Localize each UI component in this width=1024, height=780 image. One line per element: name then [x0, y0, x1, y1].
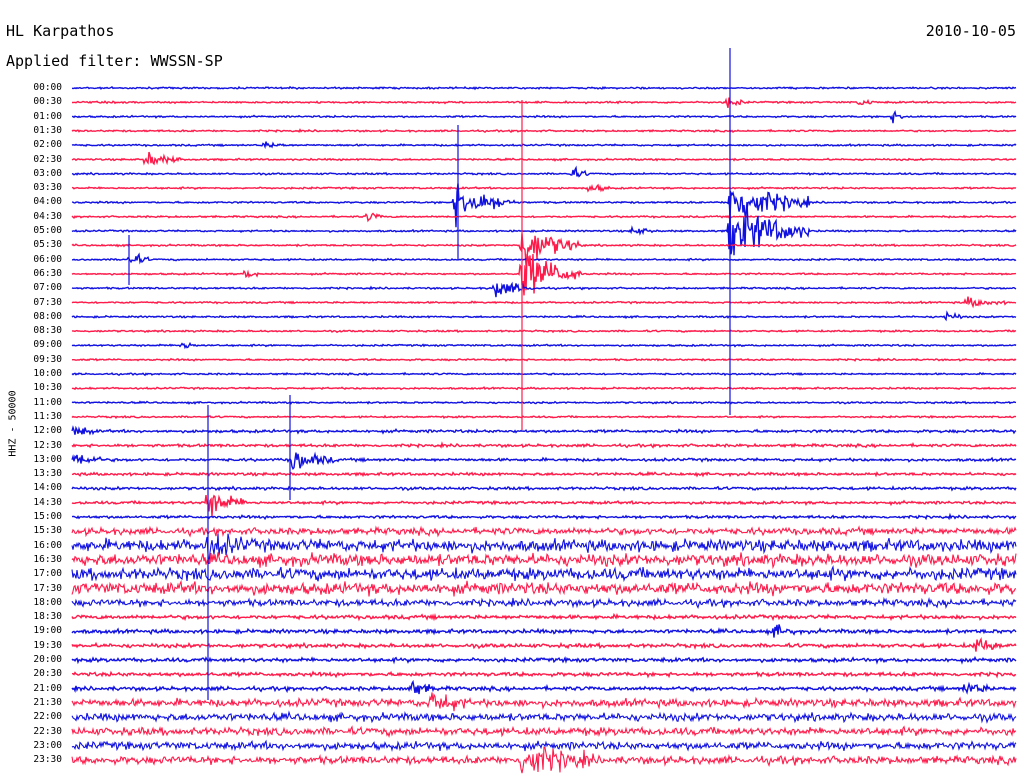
seismic-trace	[71, 579, 1017, 597]
seismic-trace	[71, 470, 1017, 478]
seismic-trace	[71, 85, 1017, 91]
seismic-trace	[71, 451, 1017, 470]
seismic-trace	[71, 371, 1017, 377]
seismic-trace	[71, 525, 1017, 538]
seismic-trace	[71, 636, 1017, 652]
seismic-trace	[71, 165, 1017, 178]
seismic-trace	[71, 565, 1017, 583]
seismic-trace	[71, 110, 1017, 124]
seismic-trace	[71, 400, 1017, 405]
seismic-trace	[71, 128, 1017, 134]
seismic-trace	[71, 281, 1017, 298]
seismic-trace	[71, 212, 1017, 223]
seismic-trace	[71, 296, 1017, 309]
seismic-trace	[71, 494, 1017, 517]
seismic-trace	[71, 596, 1017, 610]
seismic-trace	[71, 552, 1017, 570]
seismic-trace	[71, 151, 1017, 166]
seismic-trace	[71, 386, 1016, 391]
seismic-trace	[71, 328, 1017, 334]
seismic-trace	[71, 183, 1017, 193]
helicorder-plot	[71, 48, 1017, 774]
seismic-trace	[71, 414, 1017, 420]
seismic-trace	[71, 141, 1017, 150]
seismic-trace	[71, 612, 1017, 622]
seismic-trace	[71, 183, 1017, 228]
seismic-trace	[72, 97, 1017, 108]
seismic-trace	[71, 441, 1017, 449]
seismic-trace	[71, 725, 1017, 738]
seismic-trace	[71, 252, 1017, 265]
seismic-trace	[71, 310, 1017, 322]
seismic-trace	[71, 341, 1017, 350]
seismic-trace	[71, 670, 1017, 679]
seismic-trace	[71, 485, 1017, 492]
seismic-trace	[71, 679, 1017, 695]
seismic-trace	[71, 655, 1017, 665]
seismic-trace	[71, 624, 1017, 638]
seismic-trace	[71, 356, 1017, 362]
seismic-trace	[71, 746, 1017, 774]
seismic-trace	[71, 425, 1017, 436]
seismic-trace	[71, 512, 1017, 521]
seismic-trace	[71, 692, 1017, 712]
seismic-trace	[71, 710, 1017, 724]
